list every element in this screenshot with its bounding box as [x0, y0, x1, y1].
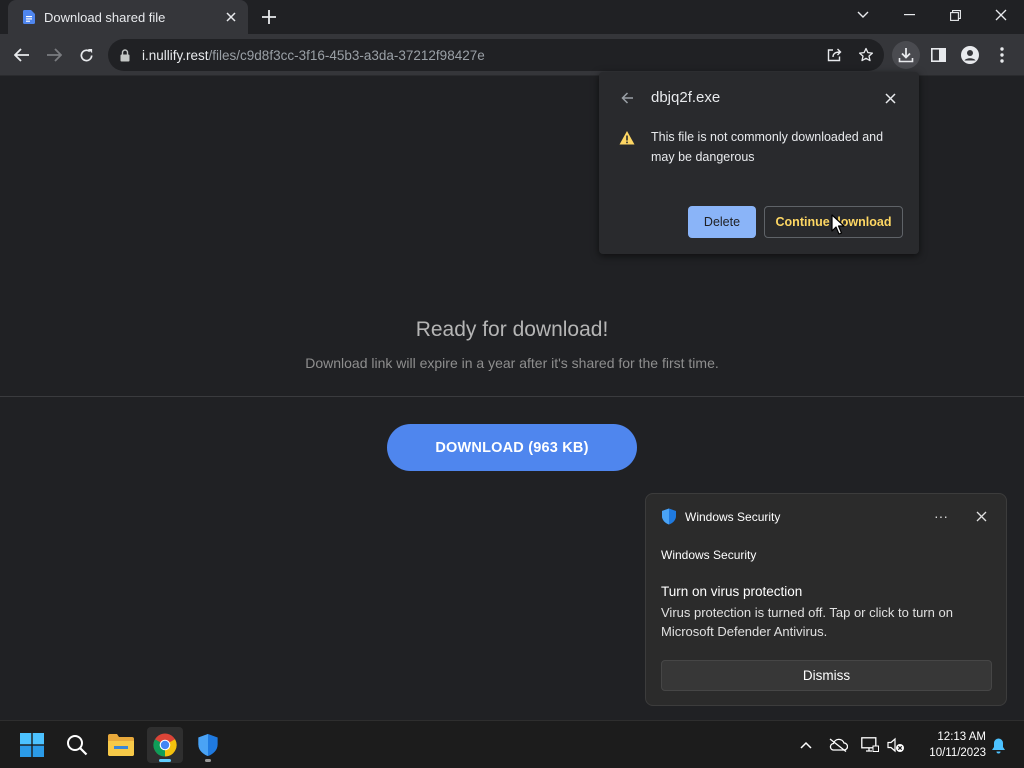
mouse-cursor-icon	[831, 214, 845, 235]
toast-sender: Windows Security	[661, 548, 757, 562]
page-title: Ready for download!	[415, 318, 609, 341]
dismiss-button[interactable]: Dismiss	[661, 660, 992, 691]
tab-close-icon[interactable]	[222, 8, 240, 26]
tab-title: Download shared file	[44, 9, 166, 25]
toast-close-icon[interactable]	[972, 507, 990, 525]
toast-more-options-icon[interactable]: ···	[929, 506, 953, 526]
browser-toolbar: i.nullify.rest/files/c9d8f3cc-3f16-45b3-…	[0, 34, 1024, 76]
running-app-indicator	[205, 759, 211, 762]
share-icon[interactable]	[820, 41, 848, 69]
side-panel-icon[interactable]	[924, 41, 952, 69]
warning-icon	[619, 131, 635, 145]
divider	[0, 396, 1024, 397]
new-tab-button[interactable]	[258, 6, 280, 28]
url-host: i.nullify.rest	[142, 47, 209, 63]
forward-button[interactable]	[40, 41, 68, 69]
reload-button[interactable]	[72, 41, 100, 69]
windows-security-shield-icon	[662, 508, 676, 525]
lock-icon[interactable]	[120, 48, 134, 62]
tab-search-icon[interactable]	[840, 0, 886, 30]
url-path: /files/c9d8f3cc-3f16-45b3-a3da-37212f984…	[208, 47, 485, 63]
volume-muted-icon[interactable]	[884, 733, 908, 757]
docs-favicon-icon	[22, 10, 36, 24]
windows-security-icon[interactable]	[190, 727, 226, 763]
taskbar-clock[interactable]: 12:13 AM 10/11/2023	[912, 729, 986, 761]
delete-button[interactable]: Delete	[688, 206, 756, 238]
start-icon[interactable]	[14, 727, 50, 763]
taskbar: 12:13 AM 10/11/2023	[0, 720, 1024, 768]
download-warning-text: This file is not commonly downloaded and…	[651, 130, 884, 164]
restore-button[interactable]	[932, 0, 978, 30]
address-bar[interactable]: i.nullify.rest/files/c9d8f3cc-3f16-45b3-…	[108, 39, 884, 71]
file-explorer-icon[interactable]	[103, 727, 139, 763]
show-hidden-icons-icon[interactable]	[794, 733, 818, 757]
network-icon[interactable]	[858, 733, 882, 757]
toast-body: Virus protection is turned off. Tap or c…	[661, 605, 953, 639]
active-app-indicator	[159, 759, 171, 762]
tab-strip: Download shared file	[0, 0, 1024, 34]
clock-time: 12:13 AM	[937, 731, 986, 743]
notification-bell-icon[interactable]	[986, 733, 1010, 757]
tab-download-shared-file[interactable]: Download shared file	[8, 0, 248, 34]
windows-security-notification[interactable]: Windows Security ··· Windows Security Tu…	[645, 493, 1007, 706]
clock-date: 10/11/2023	[929, 747, 986, 759]
downloads-icon[interactable]	[892, 41, 920, 69]
close-window-button[interactable]	[978, 0, 1024, 30]
minimize-button[interactable]	[886, 0, 932, 30]
download-warning-bubble: dbjq2f.exe This file is not commonly dow…	[599, 72, 919, 254]
chrome-icon[interactable]	[147, 727, 183, 763]
download-filename: dbjq2f.exe	[651, 89, 721, 106]
bubble-close-icon[interactable]	[881, 89, 899, 107]
bookmark-star-icon[interactable]	[852, 41, 880, 69]
profile-icon[interactable]	[956, 41, 984, 69]
onedrive-offline-icon[interactable]	[826, 733, 850, 757]
toast-app-name: Windows Security	[685, 510, 781, 524]
url-text[interactable]: i.nullify.rest/files/c9d8f3cc-3f16-45b3-…	[142, 48, 485, 63]
search-icon[interactable]	[59, 727, 95, 763]
menu-kebab-icon[interactable]	[988, 41, 1016, 69]
back-button[interactable]	[8, 41, 36, 69]
download-button[interactable]: DOWNLOAD (963 KB)	[387, 424, 637, 471]
toast-headline: Turn on virus protection	[661, 584, 803, 599]
page-subtitle: Download link will expire in a year afte…	[305, 355, 719, 371]
back-arrow-icon[interactable]	[617, 89, 637, 107]
